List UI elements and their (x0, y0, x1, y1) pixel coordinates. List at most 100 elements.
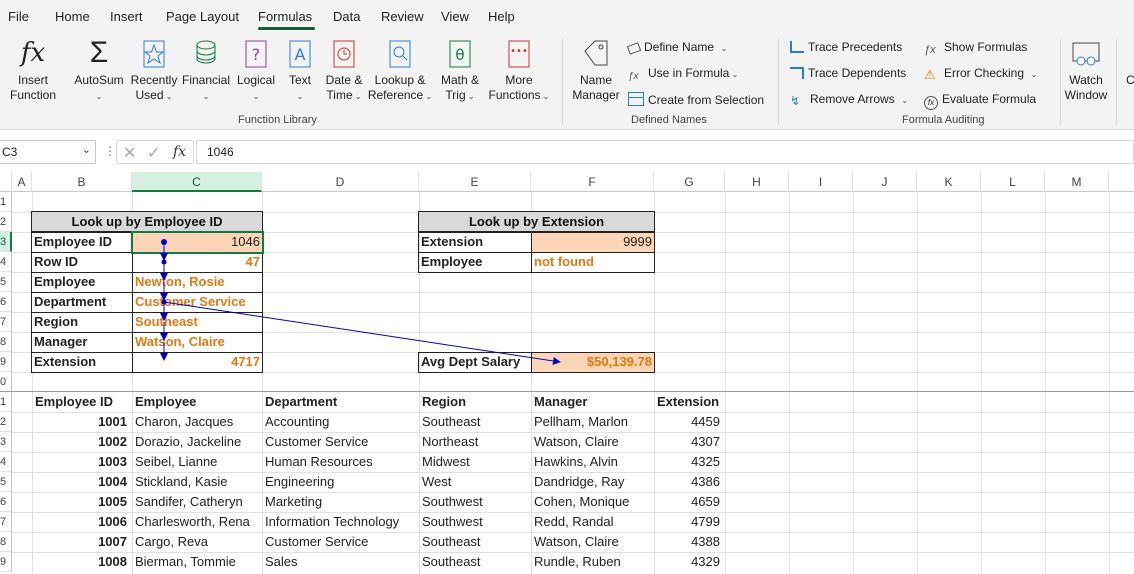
table-header[interactable]: Department (263, 392, 419, 412)
cell-department[interactable]: Information Technology (263, 512, 419, 532)
autosum-button[interactable]: Σ AutoSum ⌄ (72, 37, 126, 104)
cell-manager[interactable]: Rundle, Ruben (532, 552, 654, 572)
cell-employee-id[interactable]: 1004 (33, 472, 129, 492)
cell-employee[interactable]: Cargo, Reva (133, 532, 262, 552)
watch-window-button[interactable]: Watch Window (1060, 37, 1112, 103)
cell-department[interactable]: Human Resources (263, 452, 419, 472)
evaluate-formula-button[interactable]: fx Evaluate Formula (924, 92, 1036, 110)
name-box[interactable]: C3 ⌄ (0, 140, 96, 164)
cell-region[interactable]: Northeast (420, 432, 531, 452)
cell-extension[interactable]: 4386 (655, 472, 722, 492)
logical-button[interactable]: ? Logical ⌄ (233, 37, 279, 104)
cell-region[interactable]: Southwest (420, 512, 531, 532)
worksheet-grid[interactable]: A B C D E F G H I J K L M 1 2 3 4 5 6 7 … (0, 172, 1134, 574)
trace-precedents-button[interactable]: Trace Precedents (790, 40, 902, 54)
insert-function-button[interactable]: fx Insert Function (8, 37, 58, 103)
cell-employee[interactable]: Charlesworth, Rena (133, 512, 262, 532)
trace-precedents-label: Trace Precedents (808, 40, 903, 54)
recently-used-button[interactable]: Recently Used ⌄ (129, 37, 179, 104)
cell-region[interactable]: West (420, 472, 531, 492)
menu-insert[interactable]: Insert (110, 9, 143, 24)
cell-department[interactable]: Sales (263, 552, 419, 572)
insert-function-label-1: Insert (17, 73, 48, 87)
define-name-button[interactable]: Define Name ⌄ (626, 40, 727, 55)
cell-department[interactable]: Accounting (263, 412, 419, 432)
cell-manager[interactable]: Dandridge, Ray (532, 472, 654, 492)
cell-region[interactable]: Southwest (420, 492, 531, 512)
use-in-formula-button[interactable]: ƒx Use in Formula ⌄ (628, 66, 738, 85)
cell-extension[interactable]: 4307 (655, 432, 722, 452)
cell-region[interactable]: Southeast (420, 412, 531, 432)
chevron-down-icon[interactable]: ⌄ (82, 143, 91, 156)
cell-employee-id[interactable]: 1001 (33, 412, 129, 432)
table-header[interactable]: Extension (655, 392, 725, 412)
insert-function-icon[interactable]: fx (173, 144, 186, 160)
text-button[interactable]: A Text ⌄ (283, 37, 317, 104)
financial-button[interactable]: Financial ⌄ (180, 37, 232, 104)
menu-formulas[interactable]: Formulas (258, 9, 312, 24)
cell-extension[interactable]: 4329 (655, 552, 722, 572)
tag-icon (584, 40, 608, 66)
formula-input[interactable]: 1046 (196, 140, 1134, 164)
text-a-icon: A (289, 40, 311, 68)
cell-employee-id[interactable]: 1002 (33, 432, 129, 452)
cell-employee[interactable]: Bierman, Tommie (133, 552, 262, 572)
cell-department[interactable]: Customer Service (263, 532, 419, 552)
menu-data[interactable]: Data (333, 9, 360, 24)
arrow-node-dot (161, 259, 167, 265)
cell-manager[interactable]: Hawkins, Alvin (532, 452, 654, 472)
cell-extension[interactable]: 4799 (655, 512, 722, 532)
cell-employee[interactable]: Sandifer, Catheryn (133, 492, 262, 512)
math-trig-button[interactable]: θ Math & Trig ⌄ (436, 37, 484, 104)
cell-employee-id[interactable]: 1008 (33, 552, 129, 572)
cell-department[interactable]: Customer Service (263, 432, 419, 452)
table-header[interactable]: Employee ID (33, 392, 132, 412)
table-header[interactable]: Employee (133, 392, 262, 412)
cell-manager[interactable]: Pellham, Marlon (532, 412, 654, 432)
remove-arrows-button[interactable]: ↯ Remove Arrows ⌄ (790, 92, 908, 108)
cell-extension[interactable]: 4459 (655, 412, 722, 432)
cancel-icon[interactable]: ✕ (123, 143, 136, 163)
date-time-button[interactable]: Date & Time ⌄ (322, 37, 366, 104)
table-header[interactable]: Manager (532, 392, 654, 412)
error-checking-label: Error Checking (944, 66, 1025, 80)
lookup-reference-button[interactable]: Lookup & Reference ⌄ (367, 37, 433, 104)
cell-manager[interactable]: Redd, Randal (532, 512, 654, 532)
cell-employee[interactable]: Charon, Jacques (133, 412, 262, 432)
cell-employee-id[interactable]: 1003 (33, 452, 129, 472)
menu-review[interactable]: Review (381, 9, 424, 24)
cell-extension[interactable]: 4388 (655, 532, 722, 552)
cell-extension[interactable]: 4659 (655, 492, 722, 512)
cell-manager[interactable]: Cohen, Monique (532, 492, 654, 512)
table-header[interactable]: Region (420, 392, 531, 412)
cell-manager[interactable]: Watson, Claire (532, 532, 654, 552)
cell-employee-id[interactable]: 1005 (33, 492, 129, 512)
create-from-selection-button[interactable]: Create from Selection (628, 92, 764, 107)
cell-department[interactable]: Marketing (263, 492, 419, 512)
cell-region[interactable]: Southeast (420, 532, 531, 552)
menu-file[interactable]: File (8, 9, 29, 24)
menu-help[interactable]: Help (488, 9, 515, 24)
cell-employee[interactable]: Dorazio, Jackeline (133, 432, 262, 452)
cell-employee[interactable]: Seibel, Lianne (133, 452, 262, 472)
enter-icon[interactable]: ✓ (147, 143, 160, 163)
cell-employee-id[interactable]: 1007 (33, 532, 129, 552)
cell-employee-id[interactable]: 1006 (33, 512, 129, 532)
cell-department[interactable]: Engineering (263, 472, 419, 492)
menu-home[interactable]: Home (55, 9, 90, 24)
error-checking-button[interactable]: ⚠ Error Checking ⌄ (924, 66, 1037, 82)
cell-extension[interactable]: 4325 (655, 452, 722, 472)
menu-page-layout[interactable]: Page Layout (166, 9, 239, 24)
truncated-button-label: C (1126, 73, 1134, 87)
cell-employee[interactable]: Stickland, Kasie (133, 472, 262, 492)
more-functions-button[interactable]: ••• More Functions ⌄ (486, 37, 552, 104)
cell-region[interactable]: Midwest (420, 452, 531, 472)
menu-view[interactable]: View (441, 9, 469, 24)
cell-manager[interactable]: Watson, Claire (532, 432, 654, 452)
cell-region[interactable]: Southeast (420, 552, 531, 572)
trace-dependents-button[interactable]: Trace Dependents (790, 66, 906, 80)
name-manager-button[interactable]: Name Manager (568, 37, 624, 103)
show-formulas-button[interactable]: ƒx Show Formulas (924, 40, 1027, 58)
more-options-icon[interactable]: ⋮ (104, 144, 116, 158)
financial-label: Financial (181, 73, 231, 87)
